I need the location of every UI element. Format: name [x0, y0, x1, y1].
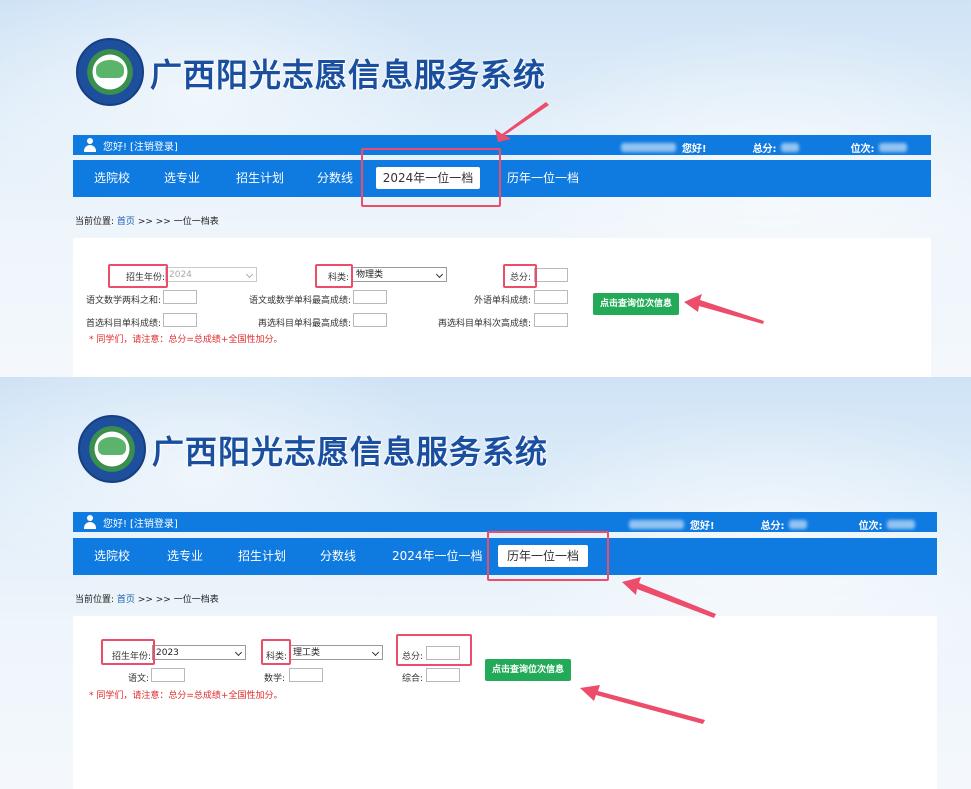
site-title: 广西阳光志愿信息服务系统 [152, 433, 549, 471]
nav-score-line[interactable]: 分数线 [320, 538, 356, 575]
chinese-math-sum-input[interactable] [163, 290, 197, 304]
screenshot-panel-history: 广西阳光志愿信息服务系统 您好! [注销登录] 您好! 总分: 位次: 选院校 … [0, 377, 971, 789]
breadcrumb-path: >> >> 一位一档表 [137, 595, 219, 605]
foreign-language-label: 外语单科成绩: [473, 296, 531, 306]
composite-label: 综合: [401, 674, 423, 684]
breadcrumb: 当前位置: 首页 >> >> 一位一档表 [75, 592, 219, 605]
rank-label: 位次: [850, 144, 875, 155]
logout-link[interactable]: [注销登录] [130, 138, 178, 153]
nav-select-college[interactable]: 选院校 [94, 160, 130, 197]
hello-label: 您好! [690, 521, 715, 532]
logo-emblem-icon [76, 38, 144, 106]
user-bar: 您好! [注销登录] 您好! 总分: 位次: [73, 135, 931, 155]
breadcrumb-prefix: 当前位置: [75, 595, 115, 605]
screenshot-panel-2024: 广西阳光志愿信息服务系统 您好! [注销登录] 您好! 总分: 位次: 选院校 … [0, 0, 971, 377]
composite-input[interactable] [426, 668, 460, 682]
nav-select-major[interactable]: 选专业 [167, 538, 203, 575]
total-score-label: 总分: [401, 652, 423, 662]
blurred-score [788, 520, 807, 529]
notice-text: * 同学们，请注意：总分=总成绩+全国性加分。 [89, 335, 283, 345]
user-icon [83, 515, 97, 529]
reselect-max-label: 再选科目单科最高成绩: [257, 319, 351, 329]
nav-select-major[interactable]: 选专业 [164, 160, 200, 197]
greeting-text: 您好! [103, 141, 128, 153]
foreign-language-input[interactable] [534, 290, 568, 304]
chevron-down-icon [234, 648, 243, 657]
math-label: 数学: [263, 674, 285, 684]
logout-link[interactable]: [注销登录] [130, 515, 178, 530]
breadcrumb-prefix: 当前位置: [75, 217, 115, 227]
user-stats: 您好! 总分: 位次: [621, 140, 907, 155]
site-title: 广西阳光志愿信息服务系统 [150, 56, 547, 94]
blurred-username [629, 520, 684, 529]
breadcrumb-path: >> >> 一位一档表 [137, 217, 219, 227]
nav-history-rank-table[interactable]: 历年一位一档 [498, 545, 588, 567]
nav-enrollment-plan[interactable]: 招生计划 [238, 538, 286, 575]
nav-select-college[interactable]: 选院校 [94, 538, 130, 575]
chevron-down-icon [371, 648, 380, 657]
blurred-rank [878, 143, 907, 152]
reselect-max-input[interactable] [353, 313, 387, 327]
chinese-or-math-max-input[interactable] [353, 290, 387, 304]
score-label: 总分: [760, 521, 785, 532]
year-label: 招生年份: [125, 273, 165, 283]
nav-history-rank-table[interactable]: 历年一位一档 [507, 160, 579, 197]
blurred-score [780, 143, 799, 152]
rank-label: 位次: [858, 521, 883, 532]
chinese-or-math-max-label: 语文或数学单科最高成绩: [248, 296, 351, 306]
first-subject-label: 首选科目单科成绩: [85, 319, 161, 329]
query-card: 招生年份: 2023 科类: 理工类 总分: 语文: 数学: 综合: 点击查询位… [73, 616, 937, 789]
blurred-rank [886, 520, 915, 529]
year-select-value: 2023 [156, 648, 179, 658]
subject-label: 科类: [265, 652, 287, 662]
main-nav: 选院校 选专业 招生计划 分数线 2024年一位一档 历年一位一档 [73, 160, 931, 197]
nav-score-line[interactable]: 分数线 [317, 160, 353, 197]
chinese-label: 语文: [127, 674, 149, 684]
chevron-down-icon [435, 270, 444, 279]
query-rank-button[interactable]: 点击查询位次信息 [593, 293, 679, 315]
user-bar: 您好! [注销登录] 您好! 总分: 位次: [73, 512, 937, 532]
score-label: 总分: [752, 144, 777, 155]
subject-select[interactable]: 理工类 [289, 645, 383, 660]
year-label: 招生年份: [111, 652, 151, 662]
user-icon [83, 138, 97, 152]
breadcrumb: 当前位置: 首页 >> >> 一位一档表 [75, 214, 219, 227]
total-score-input[interactable] [534, 268, 568, 282]
subject-select-value: 物理类 [356, 270, 384, 280]
nav-2024-rank-table[interactable]: 2024年一位一档 [376, 167, 480, 189]
chinese-math-sum-label: 语文数学两科之和: [85, 296, 161, 306]
nav-enrollment-plan[interactable]: 招生计划 [236, 160, 284, 197]
year-select[interactable]: 2023 [152, 645, 246, 660]
subject-select-value: 理工类 [293, 648, 321, 658]
logo-emblem-icon [78, 415, 146, 483]
query-rank-button[interactable]: 点击查询位次信息 [485, 659, 571, 681]
total-score-label: 总分: [509, 273, 531, 283]
math-input[interactable] [289, 668, 323, 682]
chinese-input[interactable] [151, 668, 185, 682]
hello-label: 您好! [682, 144, 707, 155]
subject-label: 科类: [327, 273, 349, 283]
subject-select[interactable]: 物理类 [352, 267, 447, 282]
reselect-second-input[interactable] [534, 313, 568, 327]
user-stats: 您好! 总分: 位次: [629, 517, 915, 532]
year-select-value: 2024 [169, 270, 192, 280]
notice-text: * 同学们，请注意：总分=总成绩+全国性加分。 [89, 691, 283, 701]
year-select[interactable]: 2024 [165, 267, 257, 282]
first-subject-input[interactable] [163, 313, 197, 327]
total-score-input[interactable] [426, 646, 460, 660]
query-card: 招生年份: 2024 科类: 物理类 总分: 语文数学两科之和: 语文或数学单科… [73, 238, 931, 377]
greeting-text: 您好! [103, 518, 128, 530]
main-nav: 选院校 选专业 招生计划 分数线 2024年一位一档 历年一位一档 [73, 538, 937, 575]
blurred-username [621, 143, 676, 152]
breadcrumb-home-link[interactable]: 首页 [117, 595, 135, 605]
chevron-down-icon [245, 270, 254, 279]
breadcrumb-home-link[interactable]: 首页 [117, 217, 135, 227]
nav-2024-rank-table[interactable]: 2024年一位一档 [392, 538, 483, 575]
reselect-second-label: 再选科目单科次高成绩: [437, 319, 531, 329]
